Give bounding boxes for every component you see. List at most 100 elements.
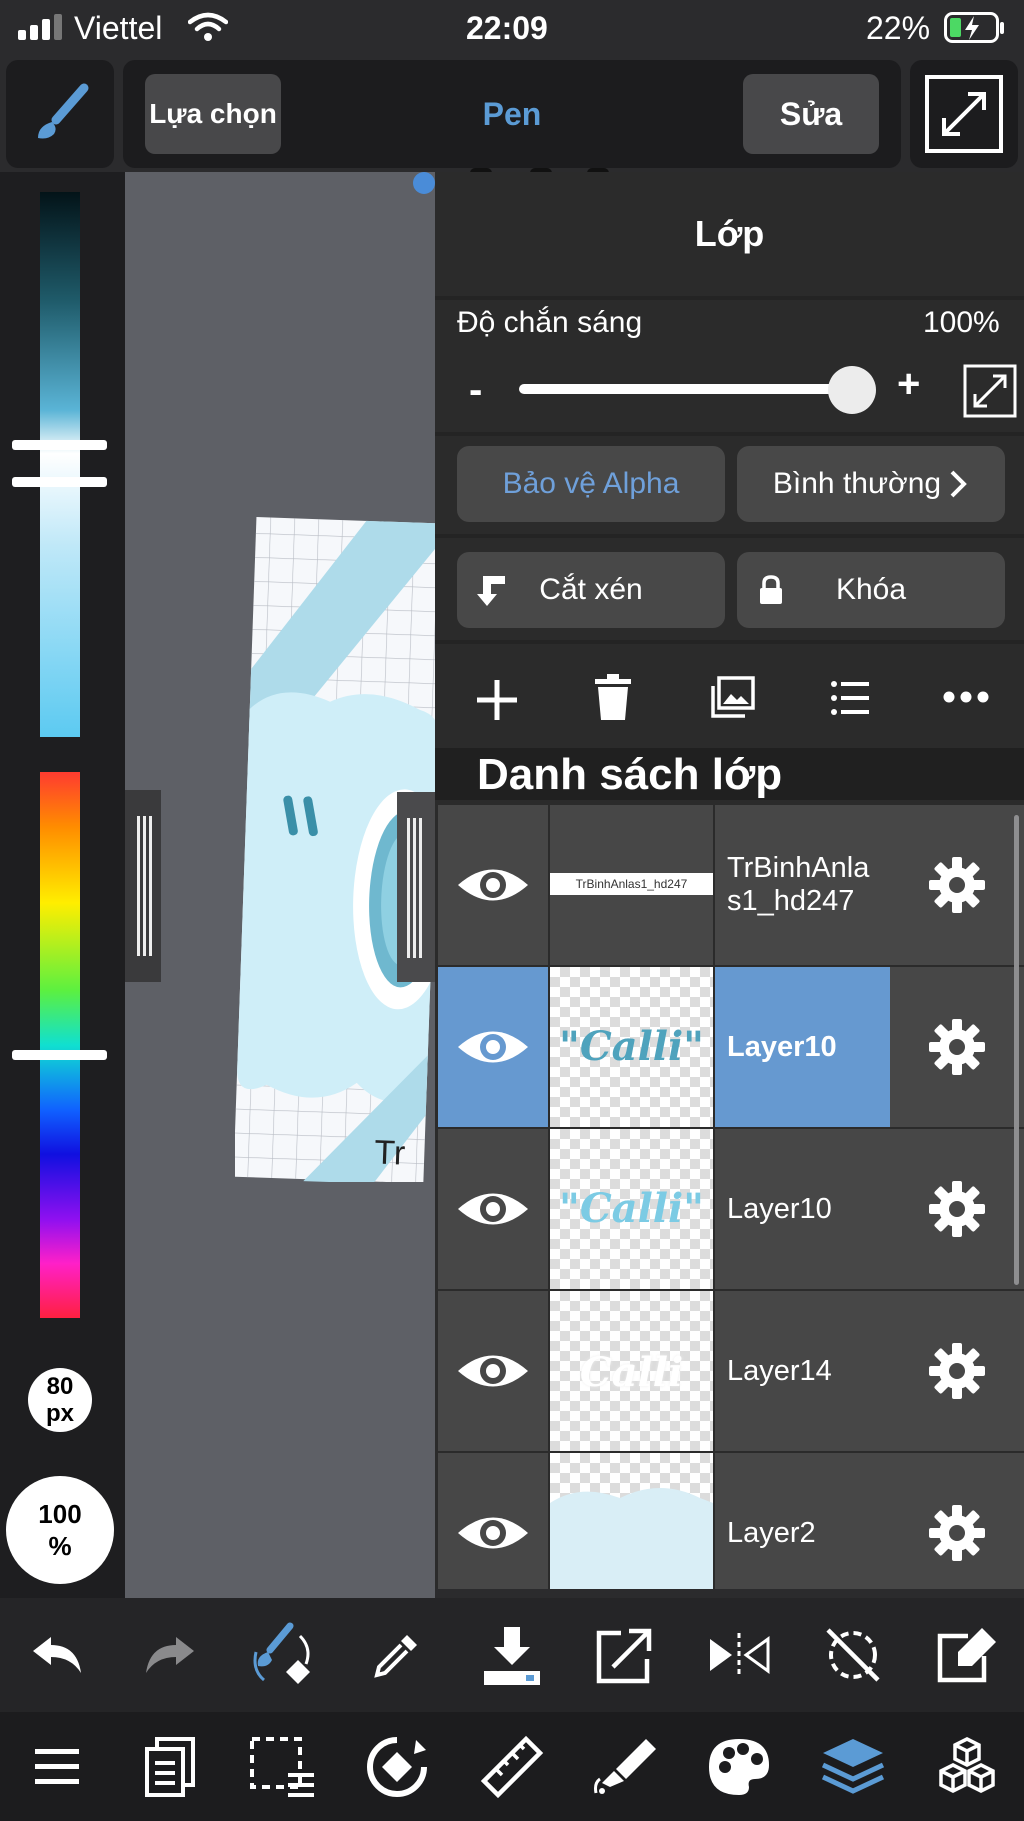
- layer-thumbnail: TrBinhAnlas1_hd247: [550, 805, 713, 965]
- brush-swap-icon: [253, 1622, 310, 1684]
- hue-slider[interactable]: [40, 772, 80, 1318]
- color-panel: 80 px 100 %: [0, 172, 125, 1598]
- lock-icon: [760, 575, 782, 604]
- save-button[interactable]: [457, 1598, 567, 1712]
- list-icon[interactable]: [831, 680, 869, 716]
- selection-button[interactable]: [228, 1712, 338, 1821]
- edit-canvas-button[interactable]: [912, 1598, 1022, 1712]
- opacity-decrease-button[interactable]: -: [469, 368, 482, 413]
- status-bar: Viettel 22:09 22%: [0, 0, 1024, 54]
- redo-button[interactable]: [115, 1598, 225, 1712]
- layer-row[interactable]: "Calli" Layer10: [438, 1127, 1024, 1289]
- layer-opacity-value: 100%: [923, 306, 1000, 339]
- layer-name: Layer10: [715, 967, 890, 1127]
- clipping-arrow-icon: [477, 576, 505, 606]
- transform-button[interactable]: [342, 1712, 452, 1821]
- clipping-button[interactable]: Cắt xén: [457, 552, 725, 628]
- thumbnail-cloud: [550, 1488, 713, 1589]
- material-button[interactable]: [115, 1712, 225, 1821]
- chevron-right-icon: [950, 470, 967, 498]
- rotation-lock-button[interactable]: [798, 1598, 908, 1712]
- visibility-toggle[interactable]: [438, 805, 548, 965]
- ruler-button[interactable]: [457, 1712, 567, 1821]
- blend-mode-button[interactable]: Bình thường: [737, 446, 1005, 522]
- layer-settings-button[interactable]: [890, 1453, 1024, 1589]
- brush-opacity-indicator[interactable]: 100 %: [6, 1476, 114, 1584]
- brush-size-unit: px: [45, 1400, 74, 1427]
- brush-tool-button[interactable]: [6, 60, 114, 168]
- layer-row[interactable]: Layer2: [438, 1451, 1024, 1589]
- layer-settings-button[interactable]: [890, 1129, 1024, 1289]
- visibility-toggle[interactable]: [438, 1453, 548, 1589]
- lock-button[interactable]: Khóa: [737, 552, 1005, 628]
- redo-icon: [146, 1637, 194, 1673]
- page-indicator-active[interactable]: [413, 172, 435, 194]
- brightness-slider-handle[interactable]: [12, 440, 107, 450]
- drawing-canvas[interactable]: Tr: [125, 172, 435, 1598]
- fill-pen-icon: [594, 1738, 656, 1794]
- gear-icon: [929, 1181, 985, 1237]
- action-toolbar: [0, 1598, 1024, 1712]
- transform-icon: [367, 1736, 427, 1797]
- eye-icon: [458, 1031, 528, 1063]
- layer-opacity-slider-thumb[interactable]: [828, 366, 876, 414]
- visibility-toggle[interactable]: [438, 967, 548, 1127]
- layer-row-selected[interactable]: "Calli" Layer10: [438, 965, 1024, 1127]
- export-icon: [596, 1628, 652, 1684]
- edit-button[interactable]: Sửa: [743, 74, 879, 154]
- brush-size-indicator[interactable]: 80 px: [28, 1368, 92, 1432]
- layer-panel-drag-handle[interactable]: [397, 792, 435, 982]
- hue-slider-handle[interactable]: [12, 1050, 107, 1060]
- delete-layer-icon[interactable]: [595, 674, 631, 720]
- layer-settings-button[interactable]: [890, 1291, 1024, 1451]
- brush-opacity-unit: %: [48, 1531, 72, 1561]
- flip-horizontal-button[interactable]: [684, 1598, 794, 1712]
- menu-button[interactable]: [2, 1712, 112, 1821]
- add-layer-icon[interactable]: [475, 678, 519, 722]
- layer-settings-button[interactable]: [890, 805, 1024, 965]
- undo-icon: [33, 1637, 81, 1673]
- eye-icon: [458, 1355, 528, 1387]
- eye-icon: [458, 869, 528, 901]
- 3d-materials-button[interactable]: [912, 1712, 1022, 1821]
- layer-list-scrollbar[interactable]: [1014, 815, 1019, 1285]
- gear-icon: [929, 857, 985, 913]
- blend-mode-label: Bình thường: [772, 467, 942, 500]
- undo-button[interactable]: [2, 1598, 112, 1712]
- layer-opacity-label: Độ chắn sáng: [457, 306, 643, 339]
- expand-icon[interactable]: [963, 364, 1017, 418]
- layer-settings-button[interactable]: [890, 967, 1024, 1127]
- thumbnail-text: Calli: [579, 1349, 684, 1396]
- layer-row[interactable]: TrBinhAnlas1_hd247 TrBinhAnla s1_hd247: [438, 803, 1024, 965]
- gear-icon: [929, 1505, 985, 1561]
- layer-opacity-slider[interactable]: [519, 384, 856, 394]
- visibility-toggle[interactable]: [438, 1129, 548, 1289]
- more-options-icon[interactable]: [943, 690, 989, 704]
- saturation-slider-handle[interactable]: [12, 477, 107, 487]
- left-panel-drag-handle[interactable]: [125, 790, 161, 982]
- wifi-icon: [188, 12, 228, 41]
- alpha-protect-button[interactable]: Bảo vệ Alpha: [457, 446, 725, 522]
- layer-thumbnail: "Calli": [550, 967, 713, 1127]
- brush-transform-button[interactable]: [228, 1598, 338, 1712]
- layer-list-title: Danh sách lớp: [477, 750, 783, 799]
- eyedropper-button[interactable]: [342, 1598, 452, 1712]
- brightness-slider[interactable]: [40, 192, 80, 737]
- fill-button[interactable]: [570, 1712, 680, 1821]
- cubes-icon: [939, 1736, 995, 1793]
- main-menu-bar: [0, 1712, 1024, 1821]
- layers-button[interactable]: [798, 1712, 908, 1821]
- tool-bar: Lựa chọn Pen Sửa: [123, 60, 901, 168]
- select-button[interactable]: Lựa chọn: [145, 74, 281, 154]
- layer-thumbnail: [550, 1453, 713, 1589]
- color-palette-button[interactable]: [684, 1712, 794, 1821]
- visibility-toggle[interactable]: [438, 1291, 548, 1451]
- clipping-label: Cắt xén: [539, 573, 643, 606]
- opacity-increase-button[interactable]: +: [897, 362, 920, 407]
- fullscreen-button[interactable]: [910, 60, 1018, 168]
- export-button[interactable]: [570, 1598, 680, 1712]
- layer-image-icon[interactable]: [711, 676, 755, 718]
- layer-row[interactable]: Calli Layer14: [438, 1289, 1024, 1451]
- hamburger-icon: [35, 1748, 79, 1784]
- thumbnail-text: "Calli": [558, 1185, 705, 1232]
